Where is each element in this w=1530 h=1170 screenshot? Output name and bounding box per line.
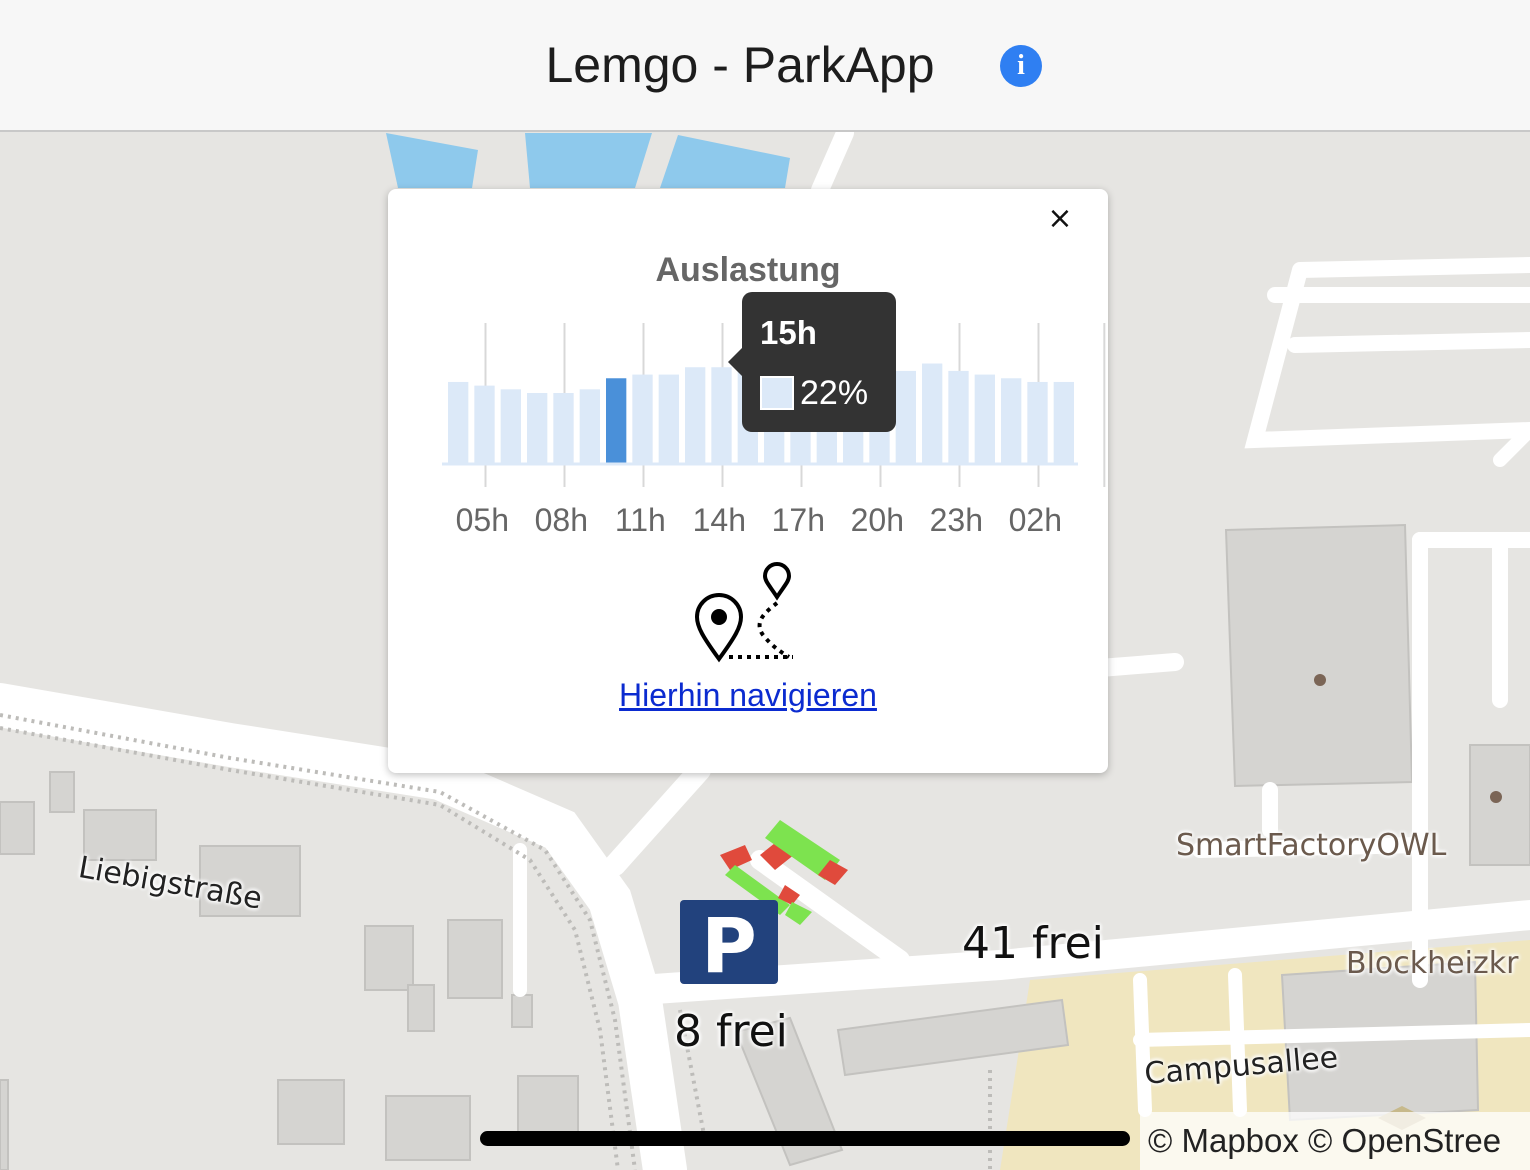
building xyxy=(1469,744,1530,866)
building xyxy=(517,1075,579,1133)
chart-bar-03h[interactable] xyxy=(1027,381,1048,463)
chart-bar-06h[interactable] xyxy=(474,385,495,463)
building xyxy=(277,1079,345,1145)
app-header: Lemgo - ParkApp i xyxy=(0,0,1530,132)
poi-dot xyxy=(1314,674,1326,686)
chart-bar-02h[interactable] xyxy=(1001,378,1022,463)
chart-tooltip: 15h 22% xyxy=(728,292,896,432)
chart-bar-07h[interactable] xyxy=(500,389,521,463)
building xyxy=(364,925,414,991)
parking-marker-icon[interactable]: P xyxy=(680,900,778,990)
chart-bar-10h[interactable] xyxy=(579,389,600,463)
chart-tick-label: 11h xyxy=(615,502,666,538)
water-area xyxy=(525,133,652,188)
chart-tick-label: 17h xyxy=(772,502,825,538)
chart-bar-05h[interactable] xyxy=(448,381,469,463)
chart-bar-09h[interactable] xyxy=(553,393,574,463)
tooltip-swatch xyxy=(760,376,794,410)
poi-dot xyxy=(1490,791,1502,803)
chart-bar-11h[interactable] xyxy=(606,378,627,463)
navigate-here-link[interactable]: Hierhin navigieren xyxy=(388,677,1108,714)
chart-bar-08h[interactable] xyxy=(527,393,548,463)
chart-bar-23h[interactable] xyxy=(922,363,943,463)
chart-tick-label: 08h xyxy=(535,502,588,538)
home-indicator[interactable] xyxy=(480,1131,1130,1146)
building xyxy=(407,984,435,1032)
map-attribution[interactable]: © Mapbox © OpenStree xyxy=(1140,1112,1530,1170)
info-icon[interactable]: i xyxy=(1000,45,1042,87)
chart-bar-04h[interactable] xyxy=(1053,381,1074,463)
building xyxy=(49,771,75,813)
poi-label-blockheizkraftwerk[interactable]: Blockheizkr xyxy=(1346,946,1518,981)
building xyxy=(0,801,35,855)
chart-bar-15h[interactable] xyxy=(711,367,732,463)
chart-bar-14h[interactable] xyxy=(685,367,706,463)
free-spaces-label-8: 8 frei xyxy=(674,1006,788,1057)
building xyxy=(385,1095,471,1161)
building xyxy=(511,994,533,1028)
chart-bar-22h[interactable] xyxy=(895,370,916,463)
parking-popup: × Auslastung 05h 08h 11h 14h 17h 20h 23h 02h 15… xyxy=(388,189,1108,773)
road xyxy=(1091,653,1184,677)
tooltip-title: 15h xyxy=(760,314,817,351)
building xyxy=(447,919,503,999)
building xyxy=(1224,523,1414,788)
tooltip-value: 22% xyxy=(800,374,869,412)
chart-tick-label: 23h xyxy=(930,502,983,538)
chart-bar-00h[interactable] xyxy=(948,370,969,463)
chart-tick-label: 05h xyxy=(456,502,509,538)
chart-bar-01h[interactable] xyxy=(974,374,995,463)
chart-bar-12h[interactable] xyxy=(632,374,653,463)
chart-tick-label: 02h xyxy=(1009,502,1062,538)
route-pin-icon xyxy=(694,562,793,663)
chart-tick-label: 14h xyxy=(693,502,746,538)
free-spaces-label-41: 41 frei xyxy=(962,918,1104,969)
building xyxy=(0,1079,9,1170)
chart-bar-13h[interactable] xyxy=(658,374,679,463)
app-title: Lemgo - ParkApp xyxy=(545,37,935,93)
poi-label-smartfactory[interactable]: SmartFactoryOWL xyxy=(1176,828,1446,863)
chart-tick-label: 20h xyxy=(851,502,904,538)
